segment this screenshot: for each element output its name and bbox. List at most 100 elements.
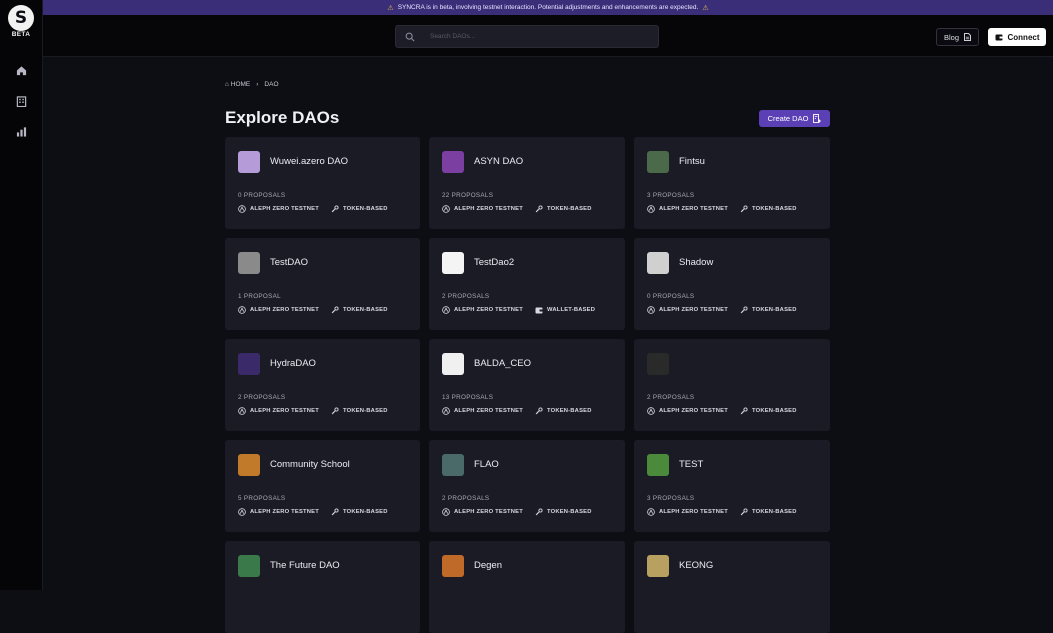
app-logo[interactable]: S <box>8 5 34 31</box>
network-label: ALEPH ZERO TESTNET <box>250 408 319 414</box>
proposal-count: 13 PROPOSALS <box>442 394 494 401</box>
dao-tags: ALEPH ZERO TESTNET TOKEN-BASED <box>238 205 388 213</box>
aleph-zero-icon <box>647 306 655 314</box>
sidebar: S BETA <box>0 0 43 590</box>
breadcrumb-home[interactable]: ⌂ HOME <box>225 81 250 88</box>
dao-avatar <box>442 353 464 375</box>
governance-tag: WALLET-BASED <box>535 306 595 314</box>
proposal-count: 5 PROPOSALS <box>238 495 286 502</box>
dao-card[interactable]: Fintsu 3 PROPOSALS ALEPH ZERO TESTNET TOKEN… <box>634 137 830 229</box>
dao-avatar <box>238 353 260 375</box>
dao-avatar <box>238 252 260 274</box>
aleph-zero-icon <box>238 205 246 213</box>
breadcrumb-home-label: HOME <box>230 81 251 88</box>
dao-avatar <box>647 555 669 577</box>
dao-card[interactable]: FLAO 2 PROPOSALS ALEPH ZERO TESTNET TOKEN-B… <box>429 440 625 532</box>
network-label: ALEPH ZERO TESTNET <box>454 307 523 313</box>
dao-card[interactable]: TEST 3 PROPOSALS ALEPH ZERO TESTNET TOKEN-B… <box>634 440 830 532</box>
token-icon <box>331 407 339 415</box>
dao-name: BALDA_CEO <box>474 358 532 369</box>
dao-card[interactable]: BALDA_CEO 13 PROPOSALS ALEPH ZERO TESTNET T… <box>429 339 625 431</box>
dao-avatar <box>238 454 260 476</box>
create-dao-label: Create DAO <box>767 114 809 123</box>
proposal-count: 22 PROPOSALS <box>442 192 494 199</box>
dao-tags: ALEPH ZERO TESTNET TOKEN-BASED <box>238 508 388 516</box>
building-icon[interactable] <box>13 93 29 109</box>
aleph-zero-icon <box>647 407 655 415</box>
chart-icon[interactable] <box>13 123 29 139</box>
dao-tags: ALEPH ZERO TESTNET TOKEN-BASED <box>647 306 797 314</box>
aleph-zero-icon <box>442 508 450 516</box>
dao-name: The Future DAO <box>270 560 340 571</box>
dao-name: Shadow <box>679 257 714 268</box>
network-label: ALEPH ZERO TESTNET <box>454 509 523 515</box>
breadcrumb: ⌂ HOME › DAO <box>225 81 279 88</box>
dao-avatar <box>238 555 260 577</box>
building-plus-icon <box>813 114 822 123</box>
search-input[interactable] <box>430 33 630 40</box>
search-box[interactable] <box>395 25 659 48</box>
proposal-count: 3 PROPOSALS <box>647 192 695 199</box>
create-dao-button[interactable]: Create DAO <box>759 110 830 127</box>
token-icon <box>535 508 543 516</box>
dao-tags: ALEPH ZERO TESTNET TOKEN-BASED <box>442 407 592 415</box>
governance-label: TOKEN-BASED <box>751 408 797 414</box>
dao-name: Fintsu <box>679 156 705 167</box>
dao-card[interactable]: 2 PROPOSALS ALEPH ZERO TESTNET TOKEN-BASED <box>634 339 830 431</box>
top-bar: Blog Connect <box>43 15 1053 57</box>
search-icon <box>405 32 415 42</box>
wallet-icon <box>995 34 1002 40</box>
network-tag: ALEPH ZERO TESTNET <box>647 205 728 213</box>
governance-tag: TOKEN-BASED <box>740 306 797 314</box>
token-icon <box>740 508 748 516</box>
network-tag: ALEPH ZERO TESTNET <box>442 508 523 516</box>
dao-tags: ALEPH ZERO TESTNET TOKEN-BASED <box>442 508 592 516</box>
dao-tags: ALEPH ZERO TESTNET TOKEN-BASED <box>647 508 797 516</box>
dao-name: FLAO <box>474 459 499 470</box>
token-icon <box>740 407 748 415</box>
warning-icon: ⚠ <box>387 4 394 12</box>
dao-card[interactable]: TestDao2 2 PROPOSALS ALEPH ZERO TESTNET WAL… <box>429 238 625 330</box>
dao-avatar <box>442 252 464 274</box>
network-label: ALEPH ZERO TESTNET <box>250 509 319 515</box>
dao-name: Community School <box>270 459 350 470</box>
dao-card[interactable]: HydraDAO 2 PROPOSALS ALEPH ZERO TESTNET TOK… <box>225 339 420 431</box>
dao-card[interactable]: KEONG <box>634 541 830 633</box>
governance-label: TOKEN-BASED <box>342 307 388 313</box>
aleph-zero-icon <box>238 508 246 516</box>
dao-card[interactable]: Shadow 0 PROPOSALS ALEPH ZERO TESTNET TOKEN… <box>634 238 830 330</box>
network-label: ALEPH ZERO TESTNET <box>250 307 319 313</box>
proposal-count: 2 PROPOSALS <box>238 394 286 401</box>
connect-button[interactable]: Connect <box>988 28 1046 46</box>
logo-glyph: S <box>14 7 28 28</box>
blog-button[interactable]: Blog <box>936 28 979 46</box>
aleph-zero-icon <box>442 407 450 415</box>
token-icon <box>740 306 748 314</box>
network-tag: ALEPH ZERO TESTNET <box>238 306 319 314</box>
governance-label: TOKEN-BASED <box>342 408 388 414</box>
dao-card[interactable]: TestDAO 1 PROPOSAL ALEPH ZERO TESTNET TOKEN… <box>225 238 420 330</box>
warning-icon: ⚠ <box>702 4 709 12</box>
network-label: ALEPH ZERO TESTNET <box>250 206 319 212</box>
network-tag: ALEPH ZERO TESTNET <box>647 508 728 516</box>
dao-grid: Wuwei.azero DAO 0 PROPOSALS ALEPH ZERO TES… <box>225 137 830 633</box>
token-icon <box>331 306 339 314</box>
dao-card[interactable]: The Future DAO <box>225 541 420 633</box>
governance-tag: TOKEN-BASED <box>331 407 388 415</box>
home-icon[interactable] <box>13 62 29 78</box>
dao-card[interactable]: Community School 5 PROPOSALS ALEPH ZERO TE… <box>225 440 420 532</box>
beta-banner: ⚠ SYNCRA is in beta, involving testnet i… <box>43 0 1053 15</box>
network-label: ALEPH ZERO TESTNET <box>454 206 523 212</box>
token-icon <box>535 407 543 415</box>
dao-name: TestDAO <box>270 257 309 268</box>
governance-tag: TOKEN-BASED <box>331 205 388 213</box>
dao-card[interactable]: Wuwei.azero DAO 0 PROPOSALS ALEPH ZERO TES… <box>225 137 420 229</box>
dao-card[interactable]: ASYN DAO 22 PROPOSALS ALEPH ZERO TESTNET TO… <box>429 137 625 229</box>
network-label: ALEPH ZERO TESTNET <box>659 408 728 414</box>
dao-name: HydraDAO <box>270 358 316 369</box>
dao-card[interactable]: Degen <box>429 541 625 633</box>
governance-label: TOKEN-BASED <box>342 206 388 212</box>
network-label: ALEPH ZERO TESTNET <box>659 206 728 212</box>
dao-name: TestDao2 <box>474 257 515 268</box>
proposal-count: 2 PROPOSALS <box>442 495 490 502</box>
